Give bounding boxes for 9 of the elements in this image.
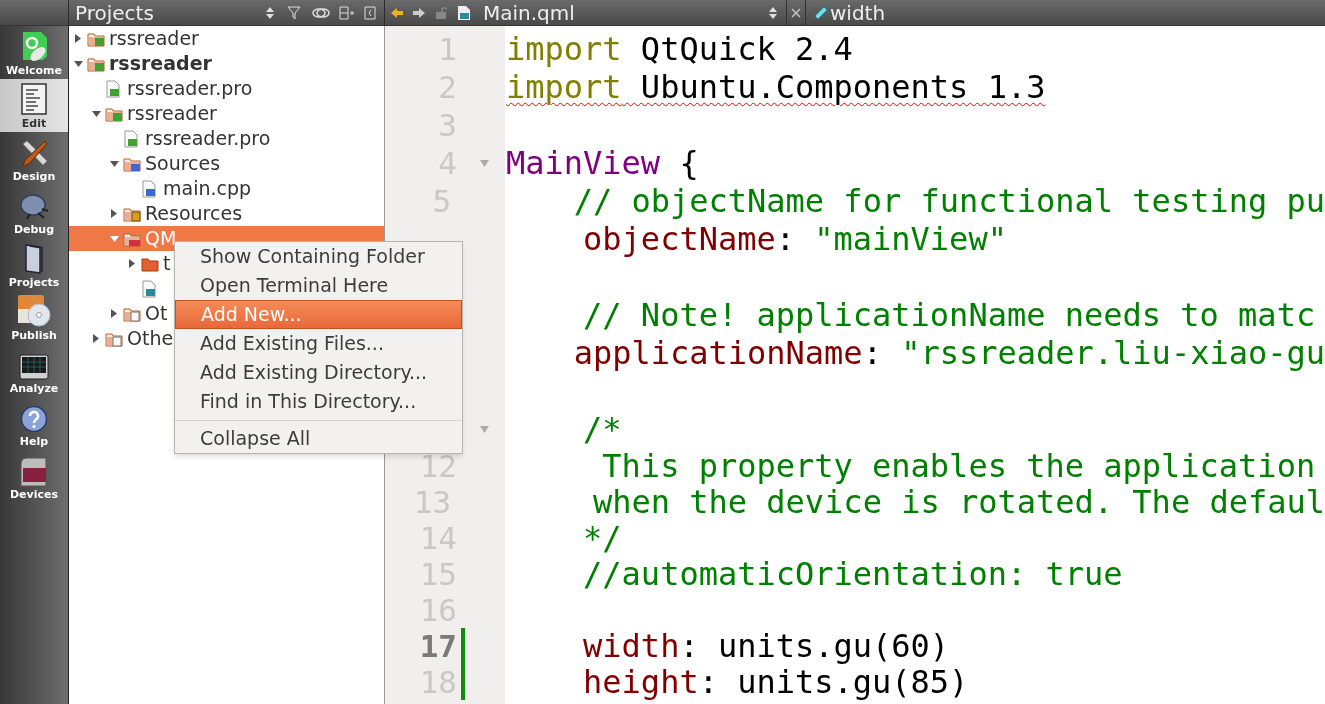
line-number: 17 <box>418 626 458 666</box>
code-line: import QtQuick 2.4 <box>505 29 853 70</box>
code-line: import Ubuntu.Components 1.3 <box>505 67 1046 108</box>
code-line: objectName: "mainView" <box>582 219 1007 260</box>
code-line: // Note! applicationName needs to matc <box>582 295 1316 336</box>
code-line: applicationName: "rssreader.liu-xiao-gu <box>572 333 1325 374</box>
panel-title: Projects <box>75 0 155 27</box>
code-line: // objectName for functional testing pu <box>572 181 1325 222</box>
code-line: MainView { <box>505 143 699 184</box>
